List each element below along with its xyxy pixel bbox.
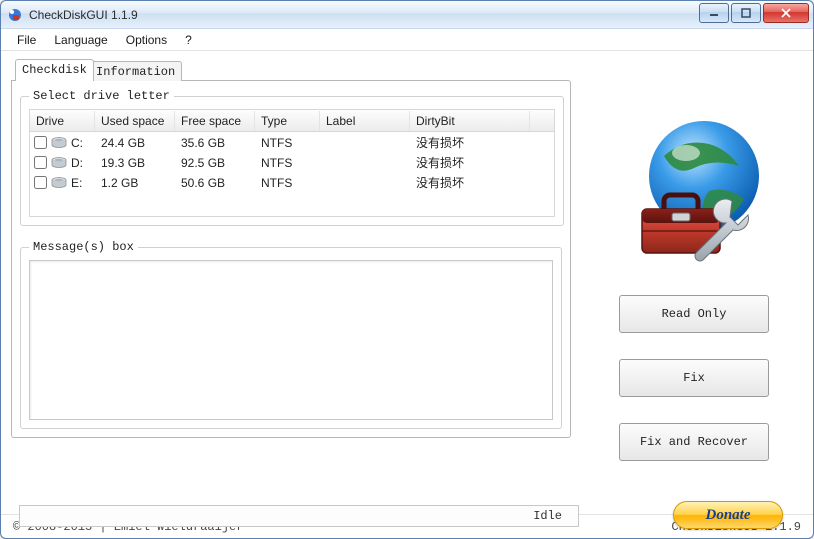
drive-checkbox[interactable] bbox=[34, 176, 47, 189]
content-area: Checkdisk Information Select drive lette… bbox=[1, 51, 813, 514]
col-type[interactable]: Type bbox=[255, 111, 320, 131]
message-box[interactable] bbox=[29, 260, 553, 420]
table-row[interactable]: E: 1.2 GB50.6 GBNTFS 没有损坏 bbox=[30, 172, 554, 192]
minimize-icon bbox=[709, 8, 719, 18]
drive-letter: C: bbox=[71, 136, 83, 150]
drive-group-legend: Select drive letter bbox=[29, 89, 174, 103]
drive-checkbox[interactable] bbox=[34, 156, 47, 169]
col-used[interactable]: Used space bbox=[95, 111, 175, 131]
tabstrip: Checkdisk Information bbox=[11, 59, 803, 81]
cell-label bbox=[320, 181, 410, 185]
cell-free: 92.5 GB bbox=[175, 154, 255, 172]
drive-table: Drive Used space Free space Type Label D… bbox=[29, 109, 555, 217]
cell-free: 35.6 GB bbox=[175, 134, 255, 152]
illustration bbox=[614, 111, 774, 271]
col-label[interactable]: Label bbox=[320, 111, 410, 131]
col-extra bbox=[530, 118, 554, 124]
donate-button[interactable]: Donate bbox=[673, 501, 783, 529]
cell-dirty: 没有损坏 bbox=[410, 172, 530, 193]
cell-type: NTFS bbox=[255, 154, 320, 172]
menu-file[interactable]: File bbox=[9, 31, 44, 49]
drive-letter: E: bbox=[71, 176, 82, 190]
maximize-button[interactable] bbox=[731, 3, 761, 23]
menubar: File Language Options ? bbox=[1, 29, 813, 51]
menu-options[interactable]: Options bbox=[118, 31, 175, 49]
cell-label bbox=[320, 161, 410, 165]
cell-dirty: 没有损坏 bbox=[410, 152, 530, 173]
cell-used: 19.3 GB bbox=[95, 154, 175, 172]
message-group: Message(s) box bbox=[20, 240, 562, 429]
tab-information[interactable]: Information bbox=[89, 61, 182, 81]
close-button[interactable] bbox=[763, 3, 809, 23]
status-bar: Idle bbox=[19, 505, 579, 527]
drive-checkbox[interactable] bbox=[34, 136, 47, 149]
tab-panel-checkdisk: Select drive letter Drive Used space Fre… bbox=[11, 80, 571, 438]
table-row[interactable]: D: 19.3 GB92.5 GBNTFS 没有损坏 bbox=[30, 152, 554, 172]
window-title: CheckDiskGUI 1.1.9 bbox=[29, 8, 138, 22]
titlebar[interactable]: CheckDiskGUI 1.1.9 bbox=[1, 1, 813, 29]
cell-dirty: 没有损坏 bbox=[410, 132, 530, 153]
message-group-legend: Message(s) box bbox=[29, 240, 138, 254]
read-only-button[interactable]: Read Only bbox=[619, 295, 769, 333]
drive-table-header: Drive Used space Free space Type Label D… bbox=[30, 110, 554, 132]
cell-free: 50.6 GB bbox=[175, 174, 255, 192]
cell-used: 1.2 GB bbox=[95, 174, 175, 192]
col-free[interactable]: Free space bbox=[175, 111, 255, 131]
fix-recover-button[interactable]: Fix and Recover bbox=[619, 423, 769, 461]
close-icon bbox=[781, 8, 791, 18]
disk-icon bbox=[51, 177, 67, 189]
fix-button[interactable]: Fix bbox=[619, 359, 769, 397]
status-text: Idle bbox=[533, 509, 562, 523]
cell-label bbox=[320, 141, 410, 145]
menu-help[interactable]: ? bbox=[177, 31, 200, 49]
cell-used: 24.4 GB bbox=[95, 134, 175, 152]
side-panel: Read Only Fix Fix and Recover bbox=[599, 111, 789, 461]
app-icon bbox=[7, 7, 23, 23]
drive-table-body: C:24.4 GB35.6 GBNTFS没有损坏D:19.3 GB92.5 GB… bbox=[30, 132, 554, 216]
disk-icon bbox=[51, 137, 67, 149]
drive-letter: D: bbox=[71, 156, 83, 170]
cell-type: NTFS bbox=[255, 134, 320, 152]
maximize-icon bbox=[741, 8, 751, 18]
col-drive[interactable]: Drive bbox=[30, 111, 95, 131]
drive-select-group: Select drive letter Drive Used space Fre… bbox=[20, 89, 564, 226]
menu-language[interactable]: Language bbox=[46, 31, 115, 49]
table-row[interactable]: C: 24.4 GB35.6 GBNTFS 没有损坏 bbox=[30, 132, 554, 152]
disk-icon bbox=[51, 157, 67, 169]
tab-checkdisk[interactable]: Checkdisk bbox=[15, 59, 94, 81]
app-window: CheckDiskGUI 1.1.9 File Language Options… bbox=[0, 0, 814, 539]
col-dirty[interactable]: DirtyBit bbox=[410, 111, 530, 131]
cell-type: NTFS bbox=[255, 174, 320, 192]
minimize-button[interactable] bbox=[699, 3, 729, 23]
